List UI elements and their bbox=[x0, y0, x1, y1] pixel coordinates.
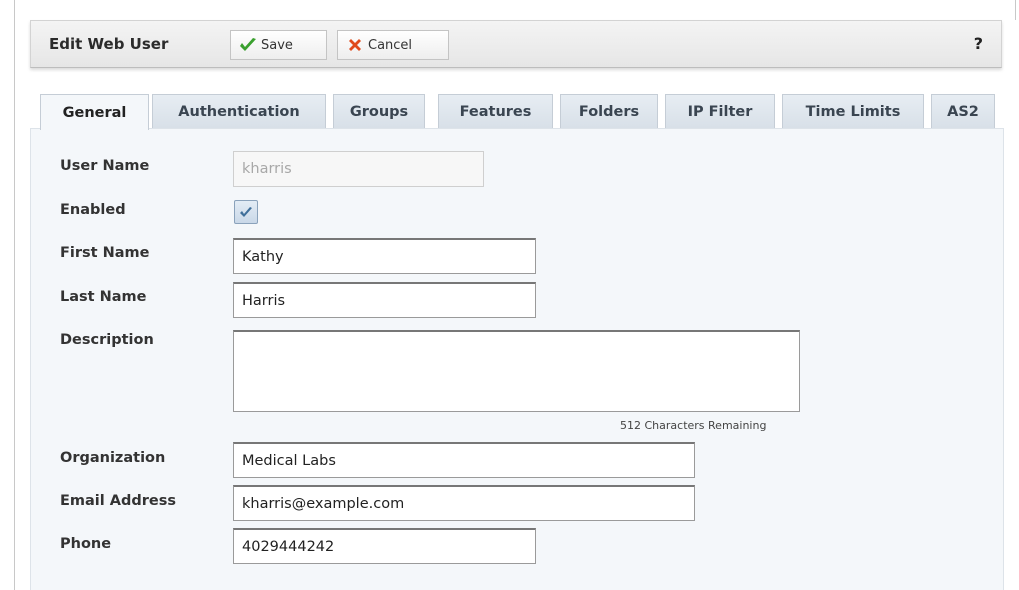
username-label: User Name bbox=[60, 158, 150, 174]
tab-folders[interactable]: Folders bbox=[560, 94, 658, 128]
close-icon bbox=[346, 36, 364, 54]
tab-label: Folders bbox=[578, 103, 640, 120]
lastname-label: Last Name bbox=[60, 289, 147, 305]
tab-label: Authentication bbox=[178, 103, 300, 120]
checkmark-icon bbox=[239, 203, 253, 222]
tab-label: AS2 bbox=[947, 103, 979, 120]
tab-label: Time Limits bbox=[805, 103, 901, 120]
username-field bbox=[233, 151, 484, 187]
frame-border-right bbox=[1015, 0, 1016, 20]
save-button[interactable]: Save bbox=[230, 30, 327, 60]
tab-label: Features bbox=[459, 103, 532, 120]
description-label: Description bbox=[60, 332, 154, 348]
first-name-field[interactable] bbox=[233, 238, 536, 274]
tab-groups[interactable]: Groups bbox=[333, 94, 425, 128]
phone-label: Phone bbox=[60, 536, 112, 552]
email-field[interactable] bbox=[233, 485, 695, 521]
tab-as2[interactable]: AS2 bbox=[931, 94, 995, 128]
tab-features[interactable]: Features bbox=[438, 94, 553, 128]
toolbar: Edit Web User Save Cancel ? bbox=[30, 20, 1002, 68]
save-button-label: Save bbox=[261, 37, 293, 53]
organization-label: Organization bbox=[60, 450, 166, 466]
last-name-field[interactable] bbox=[233, 282, 536, 318]
enabled-checkbox[interactable] bbox=[234, 200, 258, 224]
tab-label: General bbox=[62, 104, 127, 121]
enabled-label: Enabled bbox=[60, 202, 126, 218]
checkmark-icon bbox=[239, 36, 257, 54]
tab-time-limits[interactable]: Time Limits bbox=[782, 94, 924, 128]
page-title: Edit Web User bbox=[49, 35, 169, 53]
cancel-button-label: Cancel bbox=[368, 37, 413, 53]
tab-authentication[interactable]: Authentication bbox=[152, 94, 326, 128]
phone-field[interactable] bbox=[233, 528, 536, 564]
tab-general[interactable]: General bbox=[40, 94, 149, 130]
tab-label: IP Filter bbox=[687, 103, 753, 120]
cancel-button[interactable]: Cancel bbox=[337, 30, 449, 60]
frame-border-left bbox=[14, 0, 15, 590]
tab-ip-filter[interactable]: IP Filter bbox=[665, 94, 775, 128]
organization-field[interactable] bbox=[233, 442, 695, 478]
characters-remaining: 512 Characters Remaining bbox=[620, 419, 767, 432]
tab-label: Groups bbox=[349, 103, 409, 120]
firstname-label: First Name bbox=[60, 245, 150, 261]
email-label: Email Address bbox=[60, 493, 177, 509]
help-button[interactable]: ? bbox=[974, 34, 983, 53]
description-field[interactable] bbox=[233, 330, 800, 412]
